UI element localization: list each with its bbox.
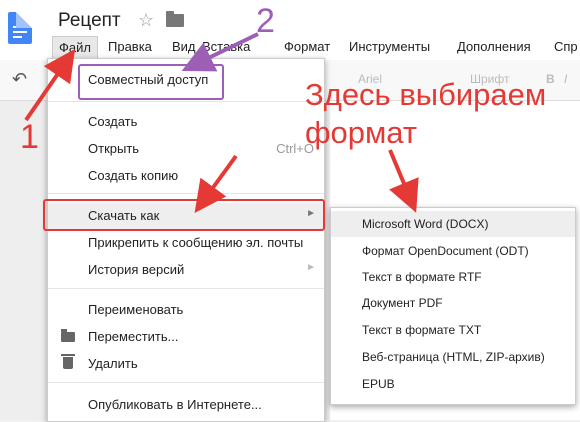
arrow-1 (24, 48, 76, 122)
arrow-docx (388, 149, 419, 213)
arrow-download (194, 154, 238, 213)
arrow-2 (181, 32, 259, 72)
annotation-arrows (24, 32, 419, 213)
